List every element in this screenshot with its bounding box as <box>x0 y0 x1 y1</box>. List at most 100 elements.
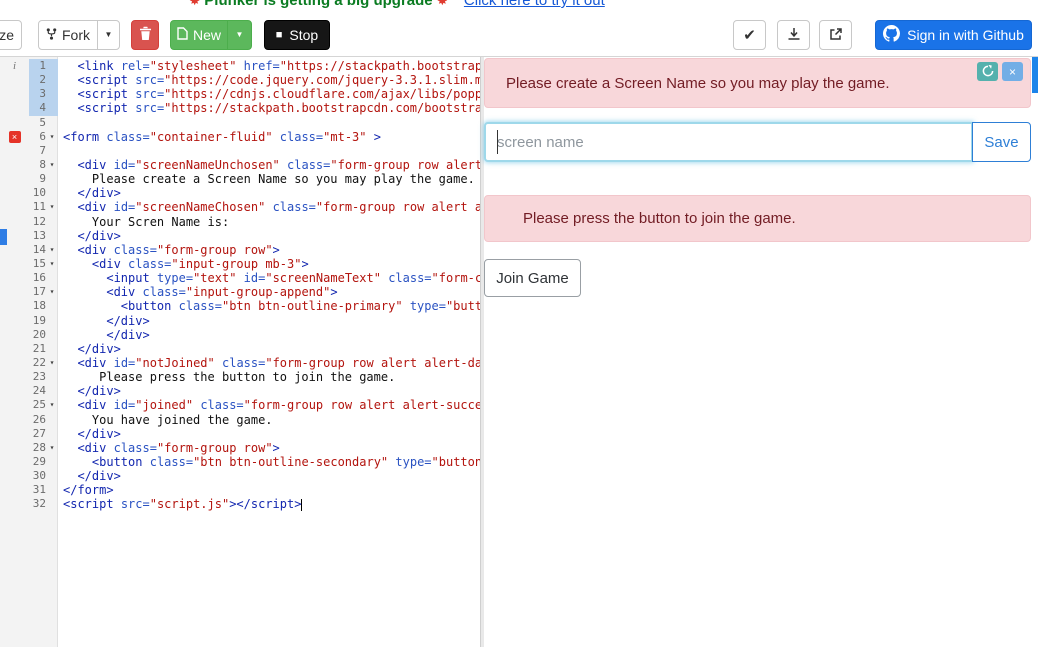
line-number[interactable]: 30 <box>29 469 46 483</box>
line-number[interactable]: 4 <box>29 101 46 116</box>
code-line: 19 </div> <box>0 314 480 328</box>
line-number[interactable]: 22 <box>29 356 46 370</box>
save-button[interactable]: Save <box>972 122 1031 162</box>
fold-arrow-icon[interactable]: ▾ <box>46 200 58 214</box>
line-number[interactable]: 1 <box>29 59 46 74</box>
fold-arrow-icon[interactable]: ▾ <box>46 398 58 412</box>
line-number[interactable]: 9 <box>29 172 46 186</box>
code-line: 18 <button class="btn btn-outline-primar… <box>0 299 480 313</box>
line-number[interactable]: 21 <box>29 342 46 356</box>
line-number[interactable]: 7 <box>29 144 46 158</box>
close-preview-button[interactable]: × <box>1002 62 1023 81</box>
refresh-preview-button[interactable] <box>977 62 998 81</box>
gutter-icon-cell <box>0 172 29 186</box>
fold-spacer <box>46 87 58 102</box>
gutter-icon-cell <box>0 483 29 497</box>
screen-name-input-group: Save <box>484 122 1031 162</box>
line-number[interactable]: 10 <box>29 186 46 200</box>
code-editor[interactable]: i1 <link rel="stylesheet" href="https://… <box>0 57 480 647</box>
new-button[interactable]: New <box>170 20 228 50</box>
fold-arrow-icon[interactable]: ▾ <box>46 158 58 172</box>
fold-spacer <box>46 59 58 74</box>
line-number[interactable]: 23 <box>29 370 46 384</box>
line-number[interactable]: 28 <box>29 441 46 455</box>
line-number[interactable]: 12 <box>29 215 46 229</box>
join-game-button[interactable]: Join Game <box>484 259 581 297</box>
line-number[interactable]: 19 <box>29 314 46 328</box>
code-line: 8 ▾ <div id="screenNameUnchosen" class="f… <box>0 158 480 172</box>
alert-screen-name-text: Please create a Screen Name so you may p… <box>506 74 890 92</box>
code-text: <input type="text" id="screenNameText" c… <box>106 271 480 286</box>
line-number[interactable]: 8 <box>29 158 46 172</box>
code-line: 28 ▾ <div class="form-group row"> <box>0 441 480 455</box>
line-number[interactable]: 16 <box>29 271 46 285</box>
code-line: 11 ▾ <div id="screenNameChosen" class="fo… <box>0 200 480 214</box>
external-link-icon <box>829 27 843 44</box>
line-number[interactable]: 18 <box>29 299 46 313</box>
commit-button[interactable]: ✔ <box>733 20 766 50</box>
gutter-icon-cell <box>0 87 29 101</box>
fold-arrow-icon[interactable]: ▾ <box>46 441 58 455</box>
fold-arrow-icon[interactable]: ▾ <box>46 285 58 299</box>
fold-arrow-icon[interactable]: ▾ <box>46 130 58 144</box>
line-number[interactable]: 32 <box>29 497 46 511</box>
text-cursor <box>301 498 303 511</box>
github-signin-button[interactable]: Sign in with Github <box>875 20 1032 50</box>
trash-icon <box>139 26 152 44</box>
error-icon[interactable]: × <box>8 130 21 143</box>
stop-button[interactable]: ■ Stop <box>264 20 330 50</box>
line-number[interactable]: 29 <box>29 455 46 469</box>
info-icon[interactable]: i <box>13 59 16 73</box>
gutter-icon-cell: × <box>0 130 29 144</box>
download-button[interactable] <box>777 20 810 50</box>
line-number[interactable]: 6 <box>29 130 46 144</box>
line-number[interactable]: 2 <box>29 73 46 88</box>
code-line: i1 <link rel="stylesheet" href="https://… <box>0 59 480 74</box>
fork-dropdown-button[interactable]: ▼ <box>97 20 120 50</box>
fold-arrow-icon[interactable]: ▾ <box>46 243 58 257</box>
fold-arrow-icon[interactable]: ▾ <box>46 356 58 370</box>
code-line: 25 ▾ <div id="joined" class="form-group r… <box>0 398 480 412</box>
line-number[interactable]: 20 <box>29 328 46 342</box>
preview-pane: × Please create a Screen Name so you may… <box>484 57 1031 647</box>
delete-button[interactable] <box>131 20 159 50</box>
line-number[interactable]: 17 <box>29 285 46 299</box>
gutter-icon-cell <box>0 158 29 172</box>
chevron-down-icon: ▼ <box>235 30 244 39</box>
line-number[interactable]: 13 <box>29 229 46 243</box>
alert-join: Please press the button to join the game… <box>484 195 1031 242</box>
gutter-icon-cell <box>0 356 29 370</box>
fold-arrow-icon[interactable]: ▾ <box>46 257 58 271</box>
line-number[interactable]: 15 <box>29 257 46 271</box>
gutter-icon-cell <box>0 384 29 398</box>
banner-link[interactable]: Click here to try it out <box>464 0 605 9</box>
gutter-icon-cell <box>0 314 29 328</box>
new-dropdown-button[interactable]: ▼ <box>227 20 252 50</box>
new-file-icon <box>177 27 188 43</box>
line-number[interactable]: 24 <box>29 384 46 398</box>
open-in-new-window-button[interactable] <box>819 20 852 50</box>
line-number[interactable]: 3 <box>29 87 46 102</box>
fork-button[interactable]: Fork <box>38 20 98 50</box>
code-text: </div> <box>77 186 121 201</box>
line-number[interactable]: 5 <box>29 116 46 130</box>
selection-marker <box>0 229 7 245</box>
download-icon <box>787 27 801 44</box>
line-number[interactable]: 25 <box>29 398 46 412</box>
line-number[interactable]: 27 <box>29 427 46 441</box>
gutter-icon-cell <box>0 73 29 87</box>
organize-button[interactable]: ze <box>0 20 22 50</box>
line-number[interactable]: 14 <box>29 243 46 257</box>
line-number[interactable]: 26 <box>29 413 46 427</box>
line-number[interactable]: 11 <box>29 200 46 214</box>
line-number[interactable]: 31 <box>29 483 46 497</box>
code-text: You have joined the game. <box>63 412 273 427</box>
screen-name-input[interactable] <box>484 122 973 162</box>
code-text: <div class="form-group row"> <box>77 242 280 257</box>
gutter-icon-cell <box>0 299 29 313</box>
